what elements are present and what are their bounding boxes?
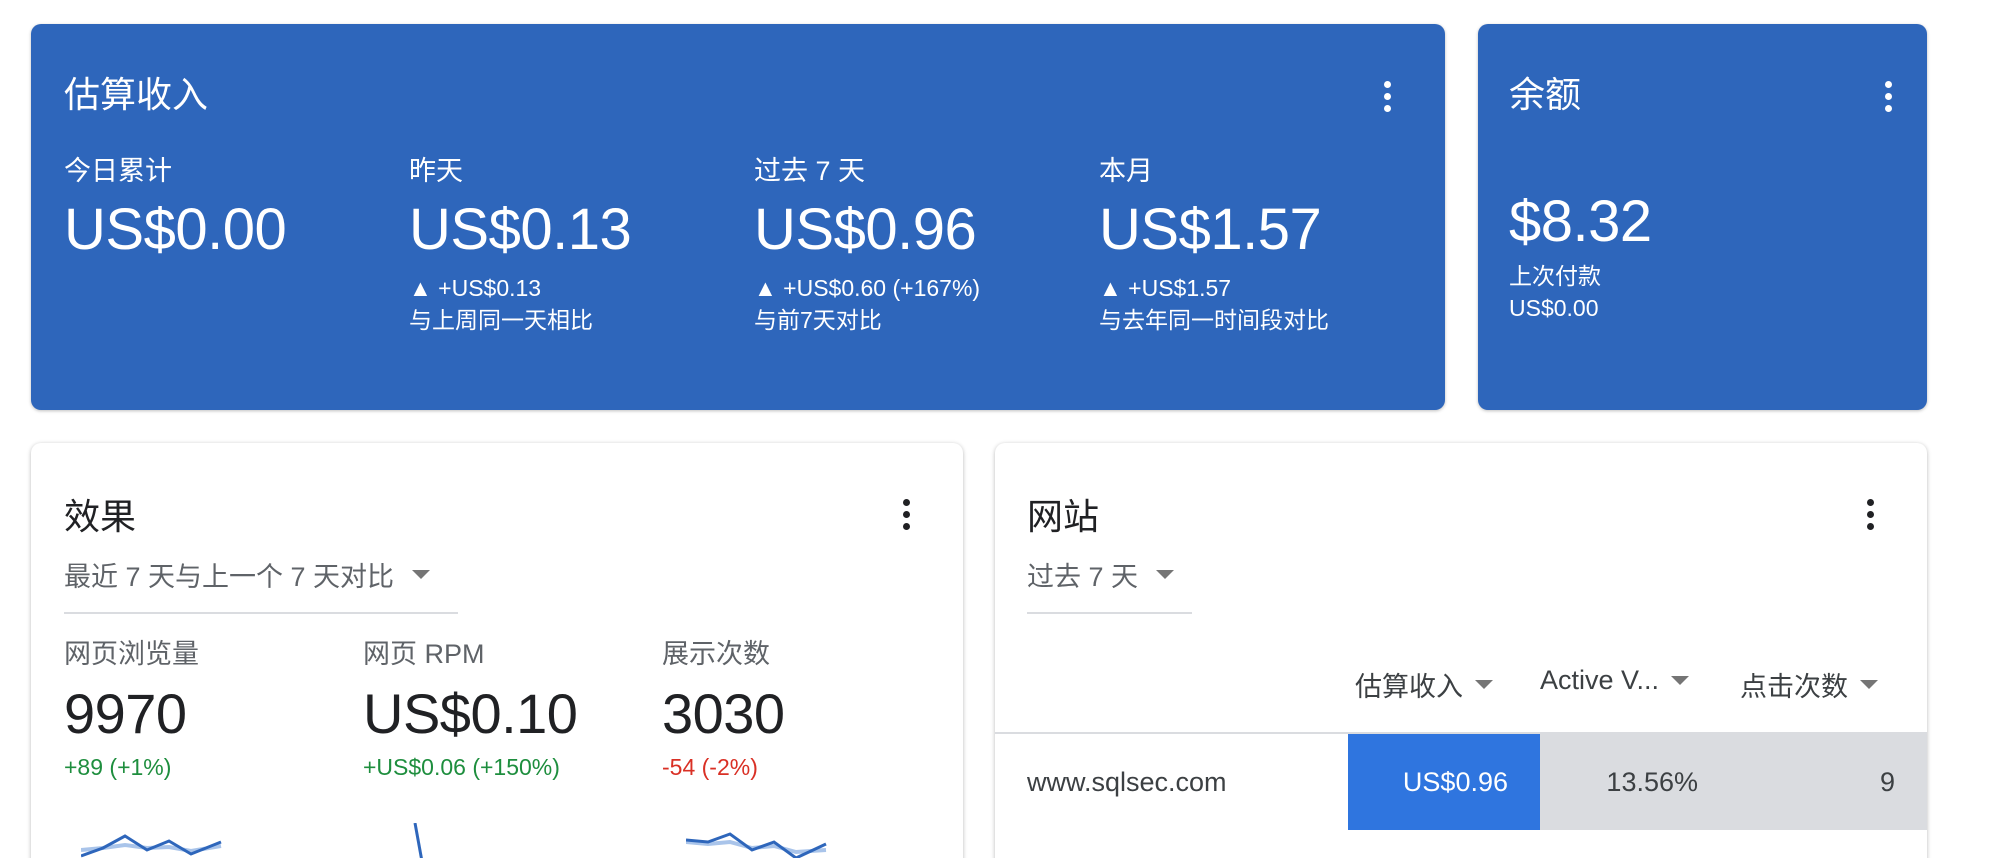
metric-label: 网页浏览量 — [64, 639, 199, 669]
metric-label: 昨天 — [409, 156, 463, 186]
metric-change: -54 (-2%) — [662, 754, 758, 780]
more-options-icon[interactable] — [1868, 68, 1908, 124]
metric-last-7-days: 过去 7 天 US$0.96 ▲ +US$0.60 (+167%) 与前7天对比 — [754, 154, 980, 336]
metric-today: 今日累计 US$0.00 — [64, 154, 287, 266]
estimated-earnings-title: 估算收入 — [64, 74, 209, 115]
metric-page-rpm[interactable]: 网页 RPM US$0.10 +US$0.06 (+150%) — [363, 637, 578, 783]
metric-value: US$1.57 — [1099, 197, 1322, 262]
metric-label: 网页 RPM — [363, 639, 485, 669]
chevron-down-icon — [1156, 570, 1175, 579]
date-range-label: 过去 7 天 — [1027, 562, 1139, 592]
chevron-down-icon — [1860, 680, 1878, 689]
metric-change: +89 (+1%) — [64, 754, 172, 780]
clicks-cell: 9 — [1734, 734, 1927, 830]
performance-card: 效果 最近 7 天与上一个 7 天对比 网页浏览量 9970 +89 (+1%)… — [31, 443, 963, 858]
metric-change: ▲ +US$0.60 (+167%) — [754, 275, 981, 301]
metric-value: US$0.00 — [64, 197, 287, 262]
sites-title: 网站 — [1027, 496, 1100, 537]
metric-page-views[interactable]: 网页浏览量 9970 +89 (+1%) — [64, 637, 199, 783]
metric-value: 3030 — [662, 682, 785, 745]
column-header-active-view[interactable]: Active V... — [1540, 665, 1690, 696]
more-options-icon[interactable] — [886, 486, 926, 542]
table-row[interactable]: www.sqlsec.com US$0.96 13.56% 9 — [995, 734, 1927, 830]
balance-value: $8.32 — [1509, 189, 1652, 254]
chevron-down-icon — [1475, 680, 1493, 689]
metric-value: 9970 — [64, 682, 187, 745]
last-payment-value: US$0.00 — [1509, 295, 1599, 321]
metric-label: 过去 7 天 — [754, 156, 866, 186]
page-views-sparkline — [81, 834, 222, 858]
sites-card: 网站 过去 7 天 估算收入 Active V... 点击次数 www.sqls… — [995, 443, 1927, 858]
metric-change: ▲ +US$0.13 — [409, 275, 542, 301]
metric-change: ▲ +US$1.57 — [1099, 275, 1232, 301]
metric-compare-text: 与上周同一天相比 — [409, 307, 593, 333]
metric-compare-text: 与前7天对比 — [754, 307, 882, 333]
impressions-sparkline — [686, 832, 827, 858]
last-payment-label: 上次付款 — [1509, 263, 1601, 289]
metric-label: 今日累计 — [64, 156, 172, 186]
metric-this-month: 本月 US$1.57 ▲ +US$1.57 与去年同一时间段对比 — [1099, 154, 1329, 336]
more-options-icon[interactable] — [1850, 486, 1890, 542]
date-range-dropdown[interactable]: 最近 7 天与上一个 7 天对比 — [64, 555, 458, 614]
column-header-label: Active V... — [1540, 665, 1660, 695]
chevron-down-icon — [1671, 676, 1690, 685]
column-header-label: 点击次数 — [1740, 672, 1848, 702]
column-header-estimated-earnings[interactable]: 估算收入 — [1355, 665, 1493, 704]
metric-change: +US$0.06 (+150%) — [363, 754, 560, 780]
metric-value: US$0.10 — [363, 682, 578, 745]
estimated-earnings-card: 估算收入 今日累计 US$0.00 昨天 US$0.13 ▲ +US$0.13 … — [31, 24, 1445, 410]
metric-value: US$0.96 — [754, 197, 977, 262]
more-options-icon[interactable] — [1367, 68, 1407, 124]
estimated-earnings-cell: US$0.96 — [1348, 734, 1540, 830]
metric-value: US$0.13 — [409, 197, 632, 262]
metric-compare-text: 与去年同一时间段对比 — [1099, 307, 1329, 333]
date-range-label: 最近 7 天与上一个 7 天对比 — [64, 562, 395, 592]
balance-card: 余额 $8.32 上次付款 US$0.00 — [1478, 24, 1927, 410]
metric-impressions[interactable]: 展示次数 3030 -54 (-2%) — [662, 637, 785, 783]
date-range-dropdown[interactable]: 过去 7 天 — [1027, 555, 1192, 614]
metric-label: 展示次数 — [662, 639, 770, 669]
chevron-down-icon — [412, 570, 431, 579]
metric-label: 本月 — [1099, 156, 1153, 186]
site-name-cell[interactable]: www.sqlsec.com — [1027, 734, 1227, 830]
balance-amount: $8.32 上次付款 US$0.00 — [1509, 186, 1652, 324]
page-rpm-sparkline — [413, 823, 423, 858]
column-header-clicks[interactable]: 点击次数 — [1740, 665, 1878, 704]
column-header-label: 估算收入 — [1355, 672, 1463, 702]
metric-yesterday: 昨天 US$0.13 ▲ +US$0.13 与上周同一天相比 — [409, 154, 632, 336]
balance-title: 余额 — [1509, 74, 1582, 115]
performance-title: 效果 — [64, 496, 137, 537]
active-view-cell: 13.56% — [1540, 734, 1734, 830]
